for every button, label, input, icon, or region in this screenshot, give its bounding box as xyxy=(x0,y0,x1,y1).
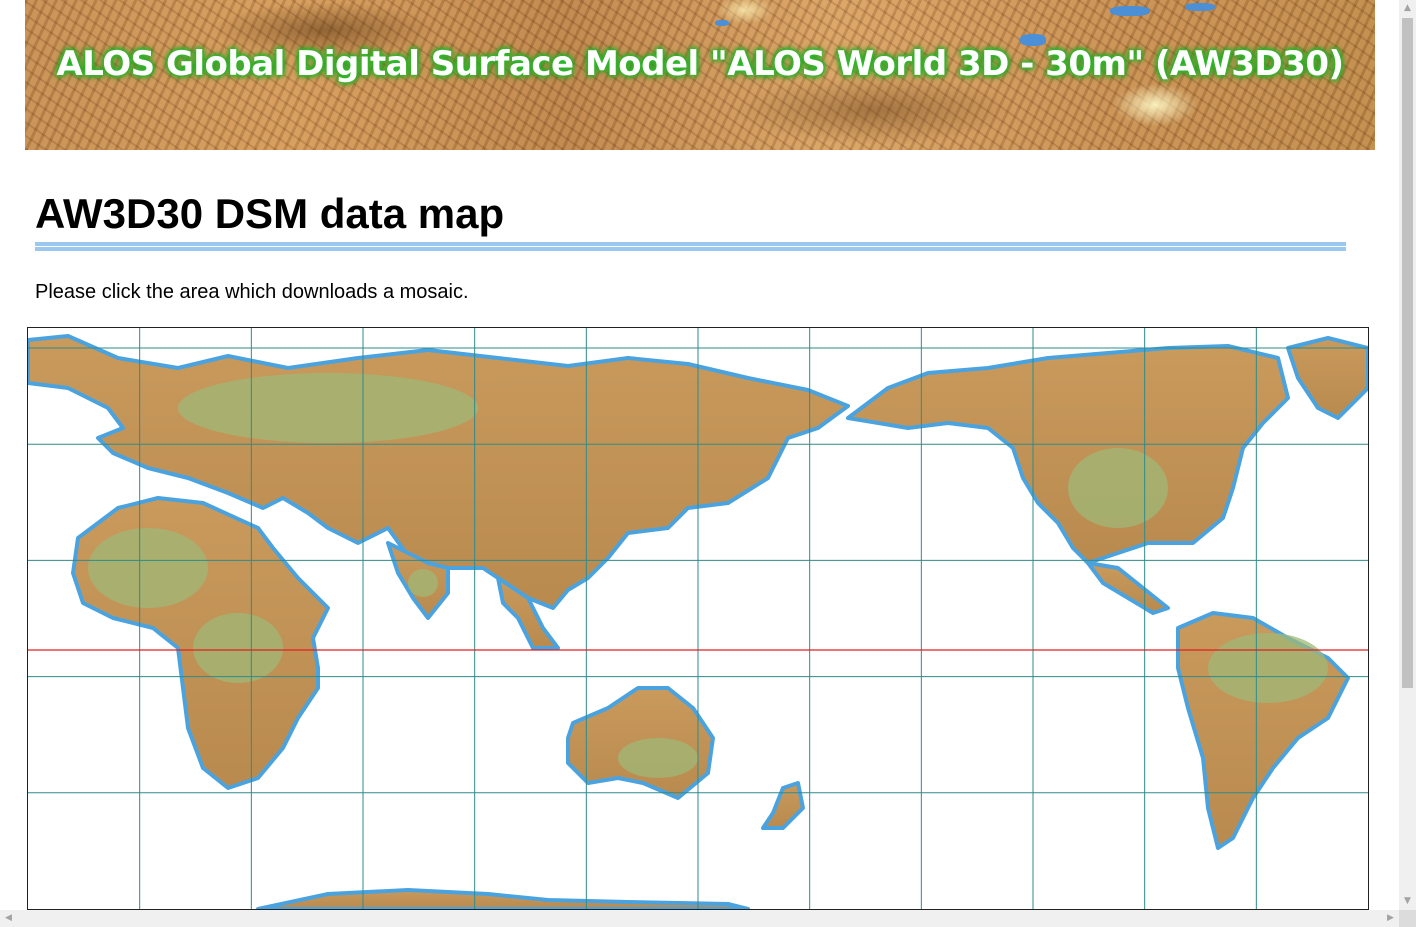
greenland-landmass xyxy=(1286,336,1368,420)
banner-lake xyxy=(715,20,729,26)
dsm-tile-map[interactable] xyxy=(27,327,1369,910)
india-lowland xyxy=(408,569,438,597)
central-america-landmass xyxy=(1086,561,1170,615)
horizontal-scrollbar[interactable]: ◀ ▶ xyxy=(0,910,1399,927)
title-divider xyxy=(35,242,1346,251)
page-title: AW3D30 DSM data map xyxy=(35,190,505,237)
siberia-lowland xyxy=(178,373,478,443)
congo-lowland xyxy=(193,613,283,683)
scrollbar-corner xyxy=(1399,910,1416,927)
scroll-left-arrow-icon[interactable]: ◀ xyxy=(0,914,17,923)
scroll-down-arrow-icon[interactable]: ▼ xyxy=(1399,897,1416,906)
north-america-landmass xyxy=(846,344,1290,565)
great-plains-lowland xyxy=(1068,448,1168,528)
scroll-up-arrow-icon[interactable]: ▲ xyxy=(1399,4,1416,13)
banner-lake xyxy=(1185,3,1215,11)
site-banner: ALOS Global Digital Surface Model "ALOS … xyxy=(25,0,1375,150)
amazon-lowland xyxy=(1208,633,1328,703)
scroll-right-arrow-icon[interactable]: ▶ xyxy=(1382,914,1399,923)
instructions-text: Please click the area which downloads a … xyxy=(35,281,469,303)
west-africa-lowland xyxy=(88,528,208,608)
banner-lake xyxy=(1110,6,1150,16)
antarctica-landmass xyxy=(256,888,750,909)
vertical-scroll-thumb[interactable] xyxy=(1402,18,1413,688)
world-map-image[interactable] xyxy=(28,328,1368,909)
new-zealand-landmass xyxy=(761,781,805,830)
banner-title: ALOS Global Digital Surface Model "ALOS … xyxy=(56,44,1344,84)
australia-lowland xyxy=(618,738,698,778)
vertical-scrollbar[interactable]: ▲ ▼ xyxy=(1399,0,1416,910)
